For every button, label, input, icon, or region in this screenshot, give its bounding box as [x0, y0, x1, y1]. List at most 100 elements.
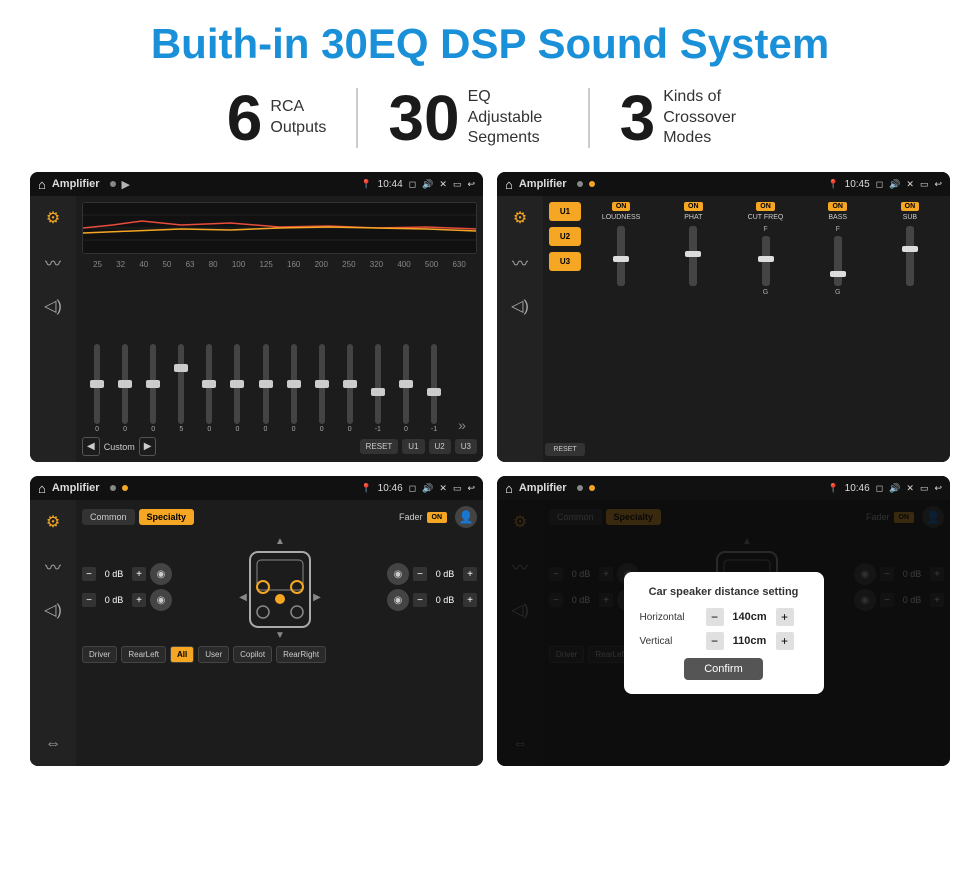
dialog-horizontal-plus[interactable]: + — [776, 608, 794, 626]
cross-tabs: Common Specialty Fader ON 👤 — [82, 506, 477, 528]
main-title: Buith-in 30EQ DSP Sound System — [30, 20, 950, 68]
app-name-4: Amplifier — [519, 482, 567, 494]
x-icon-1: ✕ — [439, 179, 447, 190]
spk-plus-r2[interactable]: + — [463, 593, 477, 607]
loc-copilot[interactable]: Copilot — [233, 646, 272, 663]
speaker-icon-r2: ◉ — [387, 589, 409, 611]
dialog-overlay: Car speaker distance setting Horizontal … — [497, 500, 950, 766]
vol-sidebar-icon-2[interactable]: ◁) — [506, 292, 534, 320]
ch-loudness-on[interactable]: ON — [612, 202, 631, 211]
amp-channels: ON LOUDNESS ON PHAT — [587, 202, 944, 456]
sliders-row: 0 0 0 5 — [82, 273, 477, 433]
cross-bottom: Driver RearLeft All User Copilot RearRig… — [82, 646, 477, 663]
dialog-vertical-minus[interactable]: − — [706, 632, 724, 650]
left-speakers: − 0 dB + ◉ − 0 dB + ◉ — [82, 532, 172, 642]
fader-row: Fader ON — [399, 512, 447, 523]
amp-main: U1 U2 U3 RESET ON LOUDNESS — [543, 196, 950, 462]
ch-phat-label: PHAT — [684, 214, 702, 221]
ch-bass: ON BASS F G — [804, 202, 872, 456]
ch-loudness-label: LOUDNESS — [602, 214, 641, 221]
person-btn[interactable]: 👤 — [455, 506, 477, 528]
speaker-icon-2: ◉ — [150, 589, 172, 611]
eq-prev-btn[interactable]: ◀ — [82, 437, 100, 456]
app-name-1: Amplifier — [52, 178, 100, 190]
wave-icon[interactable]: 〰 — [39, 248, 67, 276]
vol-sidebar-icon[interactable]: ◁) — [39, 292, 67, 320]
pin-icon-3: 📍 — [360, 483, 371, 494]
eq-icon-3[interactable]: ⚙ — [39, 508, 67, 536]
loc-rearleft[interactable]: RearLeft — [121, 646, 166, 663]
vol-sidebar-icon-3[interactable]: ◁) — [39, 596, 67, 624]
app-name-2: Amplifier — [519, 178, 567, 190]
preset-u3[interactable]: U3 — [549, 252, 581, 271]
home-icon-2: ⌂ — [505, 177, 513, 192]
speaker-layout: − 0 dB + ◉ − 0 dB + ◉ — [82, 532, 477, 642]
vol-icon-1: 🔊 — [422, 179, 433, 190]
amp-reset-btn[interactable]: RESET — [545, 443, 584, 456]
spk-minus-r2[interactable]: − — [413, 593, 427, 607]
spk-plus-2[interactable]: + — [132, 593, 146, 607]
eq-graph — [82, 202, 477, 254]
ch-cutfreq-label: CUT FREQ — [748, 214, 784, 221]
eq-reset-btn[interactable]: RESET — [360, 439, 399, 454]
tab-specialty[interactable]: Specialty — [139, 509, 195, 525]
app-name-3: Amplifier — [52, 482, 100, 494]
eq-u3-btn[interactable]: U3 — [455, 439, 477, 454]
spk-minus-1[interactable]: − — [82, 567, 96, 581]
eq-u1-btn[interactable]: U1 — [402, 439, 424, 454]
slider-arrows[interactable]: » — [449, 417, 475, 433]
spk-plus-r1[interactable]: + — [463, 567, 477, 581]
loc-driver[interactable]: Driver — [82, 646, 117, 663]
eq-main: 2532405063 80100125160200 25032040050063… — [76, 196, 483, 462]
wave-icon-2[interactable]: 〰 — [506, 248, 534, 276]
slider-10: -1 — [365, 344, 391, 433]
ch-cutfreq-on[interactable]: ON — [756, 202, 775, 211]
rect-icon-4: ▭ — [920, 483, 929, 494]
fader-toggle[interactable]: ON — [427, 512, 448, 523]
arrows-sidebar-icon-3[interactable]: ⇔ — [39, 730, 67, 758]
status-bar-4: ⌂ Amplifier 📍 10:46 ◻ 🔊 ✕ ▭ ↩ — [497, 476, 950, 500]
eq-icon[interactable]: ⚙ — [39, 204, 67, 232]
loc-rearright[interactable]: RearRight — [276, 646, 326, 663]
pin-icon-1: 📍 — [360, 179, 371, 190]
confirm-button[interactable]: Confirm — [684, 658, 763, 680]
tab-common[interactable]: Common — [82, 509, 135, 525]
spk-minus-r1[interactable]: − — [413, 567, 427, 581]
sidebar-3: ⚙ 〰 ◁) ⇔ — [30, 500, 76, 766]
loc-all[interactable]: All — [170, 646, 194, 663]
preset-u2[interactable]: U2 — [549, 227, 581, 246]
status-bar-2: ⌂ Amplifier 📍 10:45 ◻ 🔊 ✕ ▭ ↩ — [497, 172, 950, 196]
spk-row-1: − 0 dB + ◉ — [82, 563, 172, 585]
camera-icon-2: ◻ — [876, 179, 883, 190]
spk-minus-2[interactable]: − — [82, 593, 96, 607]
preset-u1[interactable]: U1 — [549, 202, 581, 221]
ch-sub-on[interactable]: ON — [901, 202, 920, 211]
ch-bass-on[interactable]: ON — [828, 202, 847, 211]
spk-plus-1[interactable]: + — [132, 567, 146, 581]
loc-user[interactable]: User — [198, 646, 229, 663]
time-2: 10:45 — [845, 179, 870, 190]
svg-text:▶: ▶ — [313, 592, 321, 603]
car-diagram: ▲ ▼ ◀ ▶ — [178, 532, 381, 642]
eq-u2-btn[interactable]: U2 — [429, 439, 451, 454]
stats-row: 6 RCAOutputs 30 EQ AdjustableSegments 3 … — [30, 86, 950, 150]
spk-row-2: − 0 dB + ◉ — [82, 589, 172, 611]
x-icon-4: ✕ — [906, 483, 914, 494]
dialog-vertical-plus[interactable]: + — [776, 632, 794, 650]
wave-icon-3[interactable]: 〰 — [39, 552, 67, 580]
slider-12: -1 — [421, 344, 447, 433]
eq-icon-2[interactable]: ⚙ — [506, 204, 534, 232]
time-1: 10:44 — [378, 179, 403, 190]
rect-icon-3: ▭ — [453, 483, 462, 494]
ch-sub: ON SUB — [876, 202, 944, 456]
dialog-horizontal-minus[interactable]: − — [706, 608, 724, 626]
dialog-box: Car speaker distance setting Horizontal … — [624, 572, 824, 694]
stat-eq: 30 EQ AdjustableSegments — [358, 86, 587, 150]
status-bar-1: ⌂ Amplifier ▶ 📍 10:44 ◻ 🔊 ✕ ▭ ↩ — [30, 172, 483, 196]
ch-phat-on[interactable]: ON — [684, 202, 703, 211]
eq-next-btn[interactable]: ▶ — [139, 437, 157, 456]
dialog-vertical-label: Vertical — [640, 636, 700, 647]
dialog-vertical-value: 110cm — [730, 635, 770, 647]
preset-list: U1 U2 U3 RESET — [549, 202, 581, 456]
pin-icon-4: 📍 — [827, 483, 838, 494]
